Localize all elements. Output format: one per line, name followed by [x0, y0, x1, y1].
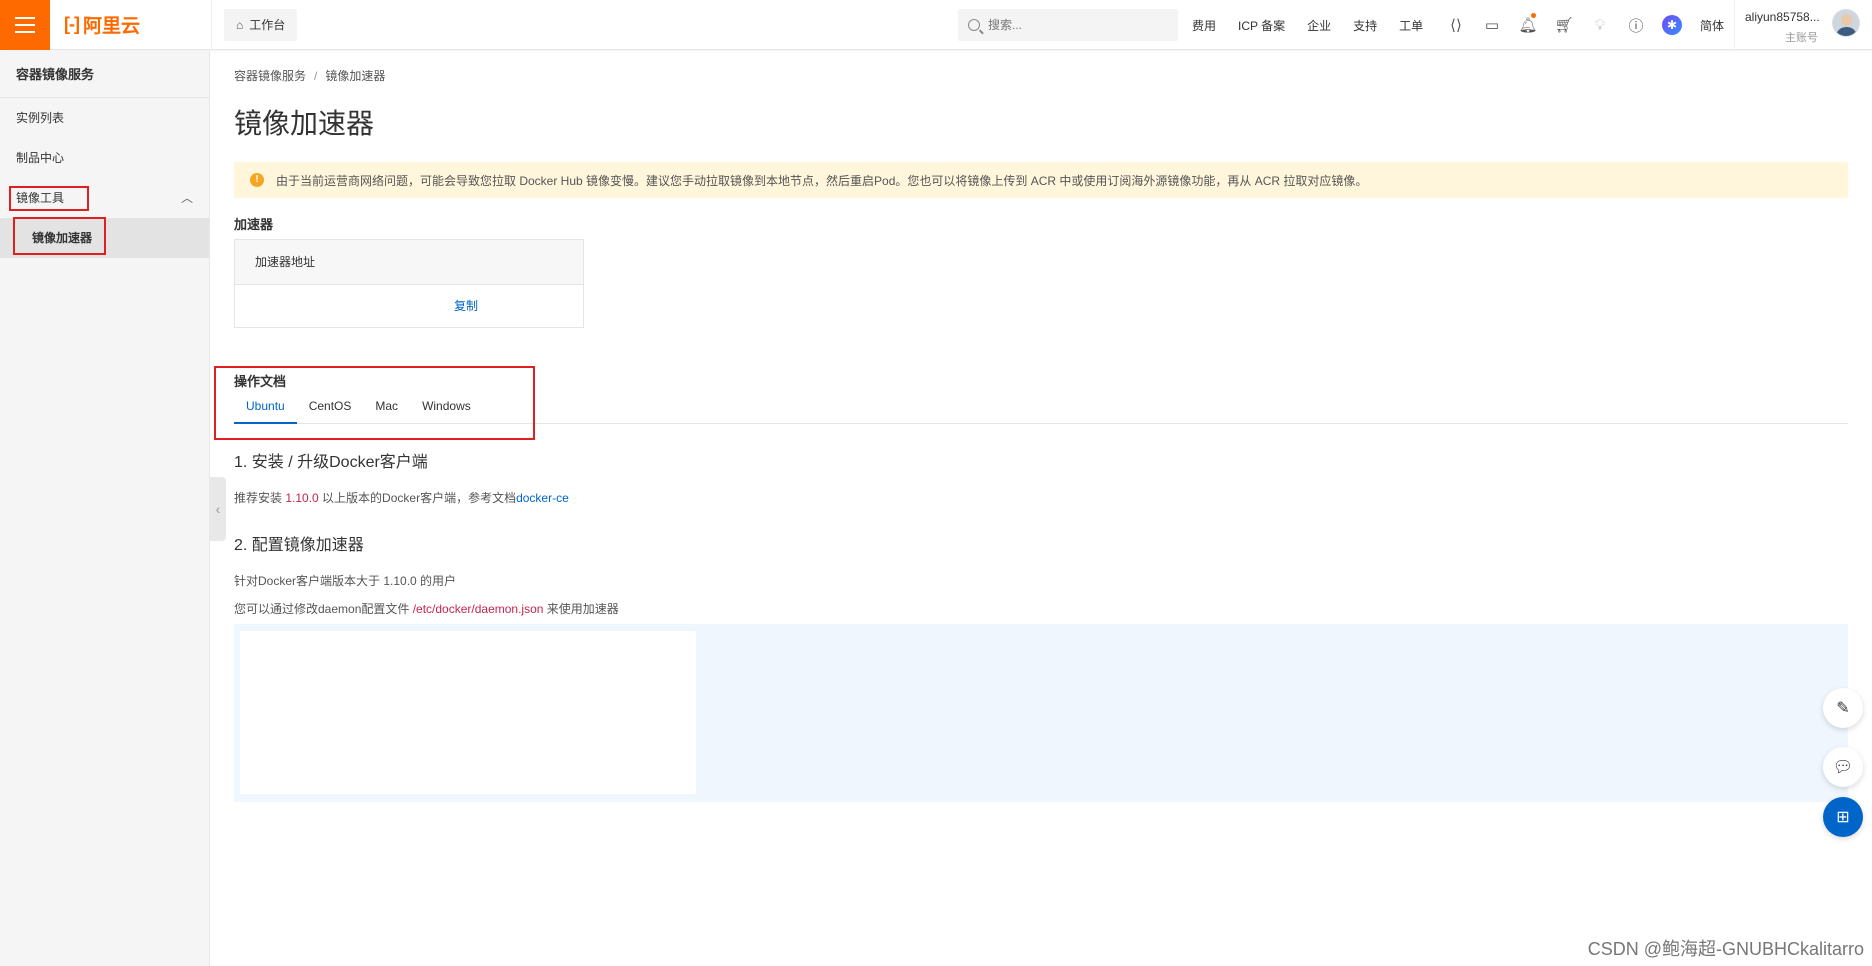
- sidebar-title: 容器镜像服务: [0, 51, 209, 98]
- username: aliyun85758...: [1745, 10, 1820, 24]
- step1-text: 推荐安装 1.10.0 以上版本的Docker客户端，参考文档docker-ce: [234, 489, 569, 506]
- language-switch[interactable]: 简体: [1700, 17, 1724, 34]
- bell-icon[interactable]: 🔔︎: [1510, 13, 1546, 34]
- accelerator-table: 加速器地址 复制: [234, 239, 584, 328]
- step1-text-prefix: 推荐安装: [234, 491, 286, 505]
- edit-feedback-button[interactable]: ✎: [1823, 688, 1863, 728]
- accelerator-table-header: 加速器地址: [235, 240, 583, 285]
- step2-line1: 针对Docker客户端版本大于 1.10.0 的用户: [234, 574, 457, 588]
- account-role: 主账号: [1785, 32, 1818, 44]
- warning-icon: !: [250, 173, 264, 187]
- help-icon[interactable]: ⓘ: [1618, 15, 1654, 36]
- version-number: 1.10.0: [285, 491, 319, 505]
- chevron-left-icon: ‹: [215, 501, 221, 517]
- apps-icon: ⊞: [1836, 809, 1850, 826]
- logo-mark: [-]: [64, 14, 80, 34]
- step2-line2-suffix: 来使用加速器: [543, 602, 619, 616]
- terminal-icon[interactable]: ▭: [1474, 16, 1510, 34]
- chat-button[interactable]: 💬︎: [1823, 747, 1863, 787]
- nav-link-ticket[interactable]: 工单: [1399, 17, 1423, 34]
- breadcrumb: 容器镜像服务 / 镜像加速器: [234, 67, 385, 84]
- workbench-label: 工作台: [249, 18, 286, 32]
- search-box[interactable]: [958, 9, 1178, 41]
- code-block: [234, 624, 1848, 802]
- lightbulb-icon[interactable]: 💡︎: [1582, 17, 1618, 34]
- top-nav-links: 费用 ICP 备案 企业 支持 工单: [1192, 0, 1445, 50]
- menu-button[interactable]: [0, 0, 50, 50]
- avatar[interactable]: [1832, 9, 1860, 37]
- edit-icon: ✎: [1836, 700, 1850, 717]
- account-menu[interactable]: aliyun85758... 主账号: [1734, 0, 1872, 50]
- workbench-button[interactable]: ⌂ 工作台: [224, 8, 298, 41]
- docker-ce-link[interactable]: docker-ce: [516, 491, 569, 505]
- code-icon[interactable]: ⟨⟩: [1438, 16, 1474, 34]
- step2-line2-prefix: 您可以通过修改daemon配置文件: [234, 602, 413, 616]
- search-icon: [968, 19, 980, 31]
- sidebar-item-artifact-center[interactable]: 制品中心: [0, 138, 209, 178]
- notification-dot: [1531, 13, 1536, 18]
- apps-button[interactable]: ⊞: [1823, 797, 1863, 837]
- top-nav-icons: ⟨⟩ ▭ 🔔︎ 🛒︎ 💡︎ ⓘ ✱: [1438, 0, 1690, 50]
- accelerator-table-row: 复制: [235, 285, 583, 327]
- search-input[interactable]: [988, 18, 1158, 32]
- notice-text: 由于当前运营商网络问题，可能会导致您拉取 Docker Hub 镜像变慢。建议您…: [276, 173, 1368, 188]
- step1-title: 1. 安装 / 升级Docker客户端: [234, 454, 428, 471]
- page-title: 镜像加速器: [234, 108, 375, 139]
- warning-notice: ! 由于当前运营商网络问题，可能会导致您拉取 Docker Hub 镜像变慢。建…: [234, 162, 1848, 198]
- accelerator-section-title: 加速器: [234, 217, 274, 232]
- step1-text-middle: 以上版本的Docker客户端，参考文档: [318, 491, 517, 505]
- watermark: CSDN @鲍海超-GNUBHCkalitarro: [1587, 939, 1864, 959]
- step2-line2: 您可以通过修改daemon配置文件 /etc/docker/daemon.jso…: [234, 600, 619, 617]
- step2-title: 2. 配置镜像加速器: [234, 537, 364, 554]
- home-icon: ⌂: [236, 17, 244, 32]
- breadcrumb-current: 镜像加速器: [325, 69, 386, 83]
- nav-link-billing[interactable]: 费用: [1192, 17, 1216, 34]
- highlight-box-accelerator: [13, 217, 106, 255]
- copy-button[interactable]: 复制: [454, 299, 478, 313]
- breadcrumb-item[interactable]: 容器镜像服务: [234, 69, 306, 83]
- hamburger-icon: [15, 16, 35, 33]
- highlight-box-docs-tabs: [214, 366, 535, 440]
- code-block-content[interactable]: [240, 631, 696, 794]
- breadcrumb-separator: /: [314, 69, 318, 83]
- nav-link-support[interactable]: 支持: [1353, 17, 1377, 34]
- daemon-config-path: /etc/docker/daemon.json: [412, 602, 544, 616]
- sidebar-collapse-button[interactable]: ‹: [210, 477, 226, 541]
- cart-icon[interactable]: 🛒︎: [1546, 16, 1582, 34]
- sidebar-item-instances[interactable]: 实例列表: [0, 98, 209, 138]
- highlight-box-image-tools: [9, 186, 89, 211]
- nav-link-enterprise[interactable]: 企业: [1307, 17, 1331, 34]
- chevron-up-icon: ︿: [180, 191, 193, 205]
- sidebar-item-label: 实例列表: [16, 111, 65, 125]
- chat-icon: 💬︎: [1832, 759, 1854, 776]
- assistant-icon[interactable]: ✱: [1654, 15, 1690, 35]
- aliyun-logo[interactable]: [-] 阿里云: [50, 0, 212, 50]
- logo-text: 阿里云: [82, 16, 140, 37]
- nav-link-icp[interactable]: ICP 备案: [1238, 17, 1285, 34]
- sidebar-item-label: 制品中心: [16, 151, 65, 165]
